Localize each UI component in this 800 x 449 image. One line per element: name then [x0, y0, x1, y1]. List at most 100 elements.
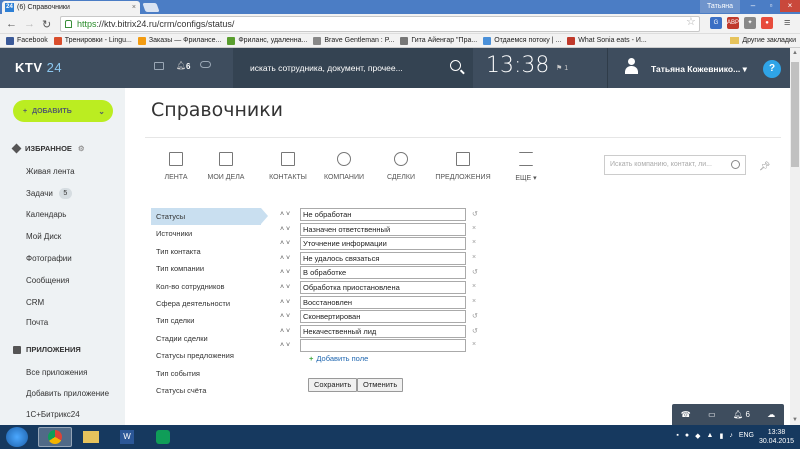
hangouts-taskbar-icon[interactable] — [146, 427, 180, 447]
delete-icon[interactable]: × — [472, 225, 476, 232]
clock[interactable]: 13:38 — [486, 53, 549, 78]
directory-invoice-statuses[interactable]: Статусы счёта — [151, 382, 261, 399]
back-icon[interactable]: ← — [6, 18, 17, 30]
move-arrows-icon[interactable]: ˄ ˅ — [280, 342, 290, 349]
favorites-header[interactable]: ИЗБРАННОЕ ⚙ — [11, 143, 85, 154]
help-button[interactable]: ? — [763, 60, 781, 78]
word-taskbar-icon[interactable]: W — [110, 427, 144, 447]
reset-icon[interactable]: ↺ — [472, 327, 478, 335]
save-button[interactable]: Сохранить — [308, 378, 358, 392]
add-field-link[interactable]: + Добавить поле — [309, 354, 368, 363]
crm-search-input[interactable]: Искать компанию, контакт, ли... — [604, 155, 746, 175]
status-field[interactable]: Назначен ответственный — [300, 222, 466, 236]
chrome-user-badge[interactable]: Татьяна — [700, 0, 740, 13]
directory-statuses[interactable]: Статусы — [151, 208, 268, 226]
crm-nav-more[interactable]: ЕЩЕ ▾ — [501, 152, 551, 182]
apps-header[interactable]: ПРИЛОЖЕНИЯ — [13, 345, 81, 354]
status-field[interactable]: В обработке — [300, 266, 466, 280]
move-arrows-icon[interactable]: ˄ ˅ — [280, 226, 290, 233]
reset-icon[interactable]: ↺ — [472, 210, 478, 218]
cloud-icon[interactable] — [200, 61, 211, 68]
sidebar-item-feed[interactable]: Живая лента — [26, 167, 75, 176]
chat-icon[interactable] — [154, 62, 164, 70]
bookmark-item[interactable]: Фриланс, удаленна... — [227, 36, 307, 45]
bell-icon[interactable]: 🔔︎ — [176, 61, 186, 70]
adblock-extension-icon[interactable]: ABP — [727, 17, 739, 29]
tray-icon[interactable]: ▲ — [707, 432, 714, 440]
status-field[interactable]: Уточнение информации — [300, 237, 466, 251]
sidebar-item-crm[interactable]: CRM — [26, 298, 44, 307]
sidebar-item-mail[interactable]: Почта — [26, 318, 48, 327]
sidebar-item-add-app[interactable]: Добавить приложение — [26, 389, 109, 398]
bookmark-star-icon[interactable]: ☆ — [686, 15, 696, 28]
bookmark-item[interactable]: Тренировки - Lingu... — [53, 36, 132, 45]
search-icon[interactable] — [450, 60, 461, 71]
minimize-icon[interactable]: – — [744, 0, 762, 12]
new-tab-button[interactable] — [142, 3, 160, 12]
global-search[interactable]: искать сотрудника, документ, прочее... — [233, 48, 473, 88]
move-arrows-icon[interactable]: ˄ ˅ — [280, 328, 290, 335]
status-field[interactable]: Не обработан — [300, 208, 466, 221]
extension-badge-icon[interactable]: ● — [761, 17, 773, 29]
sidebar-item-messages[interactable]: Сообщения — [26, 276, 69, 285]
notification-count[interactable]: 6 — [186, 62, 190, 71]
directory-sources[interactable]: Источники — [151, 225, 261, 242]
bookmark-item[interactable]: What Sonia eats - И... — [567, 36, 647, 45]
page-scrollbar[interactable]: ▲ ▼ — [790, 48, 800, 425]
move-arrows-icon[interactable]: ˄ ˅ — [280, 299, 290, 306]
tray-icon[interactable]: ▪ — [676, 432, 678, 440]
scroll-thumb[interactable] — [791, 62, 799, 167]
bookmark-item[interactable]: Brave Gentleman : P... — [313, 36, 394, 45]
bell-icon[interactable]: 🔔︎ 6 — [733, 410, 750, 419]
directory-event-type[interactable]: Тип события — [151, 365, 261, 382]
browser-tab[interactable]: 24 (6) Справочники × — [2, 1, 140, 14]
gear-icon[interactable]: ⚙ — [78, 144, 85, 153]
status-field[interactable]: Восстановлен — [300, 295, 466, 309]
bookmark-item[interactable]: Отдаемся потоку | ... — [483, 36, 561, 45]
network-icon[interactable]: ▮ — [719, 432, 723, 440]
reload-icon[interactable]: ↻ — [42, 18, 51, 31]
directory-offer-statuses[interactable]: Статусы предложения — [151, 347, 261, 364]
add-button[interactable]: + ДОБАВИТЬ ⌄ — [13, 100, 113, 122]
move-arrows-icon[interactable]: ˄ ˅ — [280, 240, 290, 247]
url-input[interactable]: https://ktv.bitrix24.ru/crm/configs/stat… — [60, 16, 700, 32]
explorer-taskbar-icon[interactable] — [74, 427, 108, 447]
directory-industry[interactable]: Сфера деятельности — [151, 295, 261, 312]
crm-nav-deals[interactable]: СДЕЛКИ — [376, 152, 426, 181]
status-field[interactable]: Не удалось связаться — [300, 251, 466, 265]
delete-icon[interactable]: × — [472, 298, 476, 305]
delete-icon[interactable]: × — [472, 283, 476, 290]
close-tab-icon[interactable]: × — [132, 4, 136, 11]
directory-deal-stages[interactable]: Стадии сделки — [151, 330, 261, 347]
close-window-icon[interactable]: × — [780, 0, 800, 12]
bookmark-item[interactable]: Заказы — Фрилансе... — [137, 36, 221, 45]
delete-icon[interactable]: × — [472, 239, 476, 246]
sidebar-item-tasks[interactable]: Задачи 5 — [26, 188, 72, 199]
cloud-icon[interactable]: ☁ — [767, 410, 775, 419]
tray-icon[interactable]: ● — [685, 432, 689, 440]
chrome-taskbar-icon[interactable] — [38, 427, 72, 447]
crm-nav-companies[interactable]: КОМПАНИИ — [319, 152, 369, 181]
status-field[interactable]: Обработка приостановлена — [300, 280, 466, 294]
delete-icon[interactable]: × — [472, 341, 476, 348]
chat-icon[interactable]: ▭ — [708, 410, 716, 419]
crm-nav-offers[interactable]: ПРЕДЛОЖЕНИЯ — [433, 152, 493, 181]
directory-deal-type[interactable]: Тип сделки — [151, 312, 261, 329]
move-arrows-icon[interactable]: ˄ ˅ — [280, 211, 290, 218]
move-arrows-icon[interactable]: ˄ ˅ — [280, 313, 290, 320]
directory-contact-type[interactable]: Тип контакта — [151, 243, 261, 260]
extension-icon[interactable]: ✦ — [744, 17, 756, 29]
bookmark-item[interactable]: Гита Айенгар "Пра... — [400, 36, 477, 45]
status-field[interactable]: Сконвертирован — [300, 310, 466, 324]
volume-icon[interactable]: ♪ — [729, 432, 733, 440]
search-icon[interactable] — [731, 160, 740, 169]
sidebar-item-1c[interactable]: 1С+Битрикс24 — [26, 410, 80, 419]
chrome-menu-icon[interactable]: ≡ — [784, 17, 790, 29]
scroll-down-icon[interactable]: ▼ — [792, 417, 798, 423]
flag-counter[interactable]: ⚑ 1 — [556, 64, 568, 72]
crm-nav-contacts[interactable]: КОНТАКТЫ — [263, 152, 313, 181]
move-arrows-icon[interactable]: ˄ ˅ — [280, 284, 290, 291]
tray-icon[interactable]: ◆ — [695, 432, 700, 440]
taskbar-clock[interactable]: 13:38 30.04.2015 — [759, 428, 794, 446]
pin-icon[interactable]: 📌︎ — [759, 161, 770, 172]
